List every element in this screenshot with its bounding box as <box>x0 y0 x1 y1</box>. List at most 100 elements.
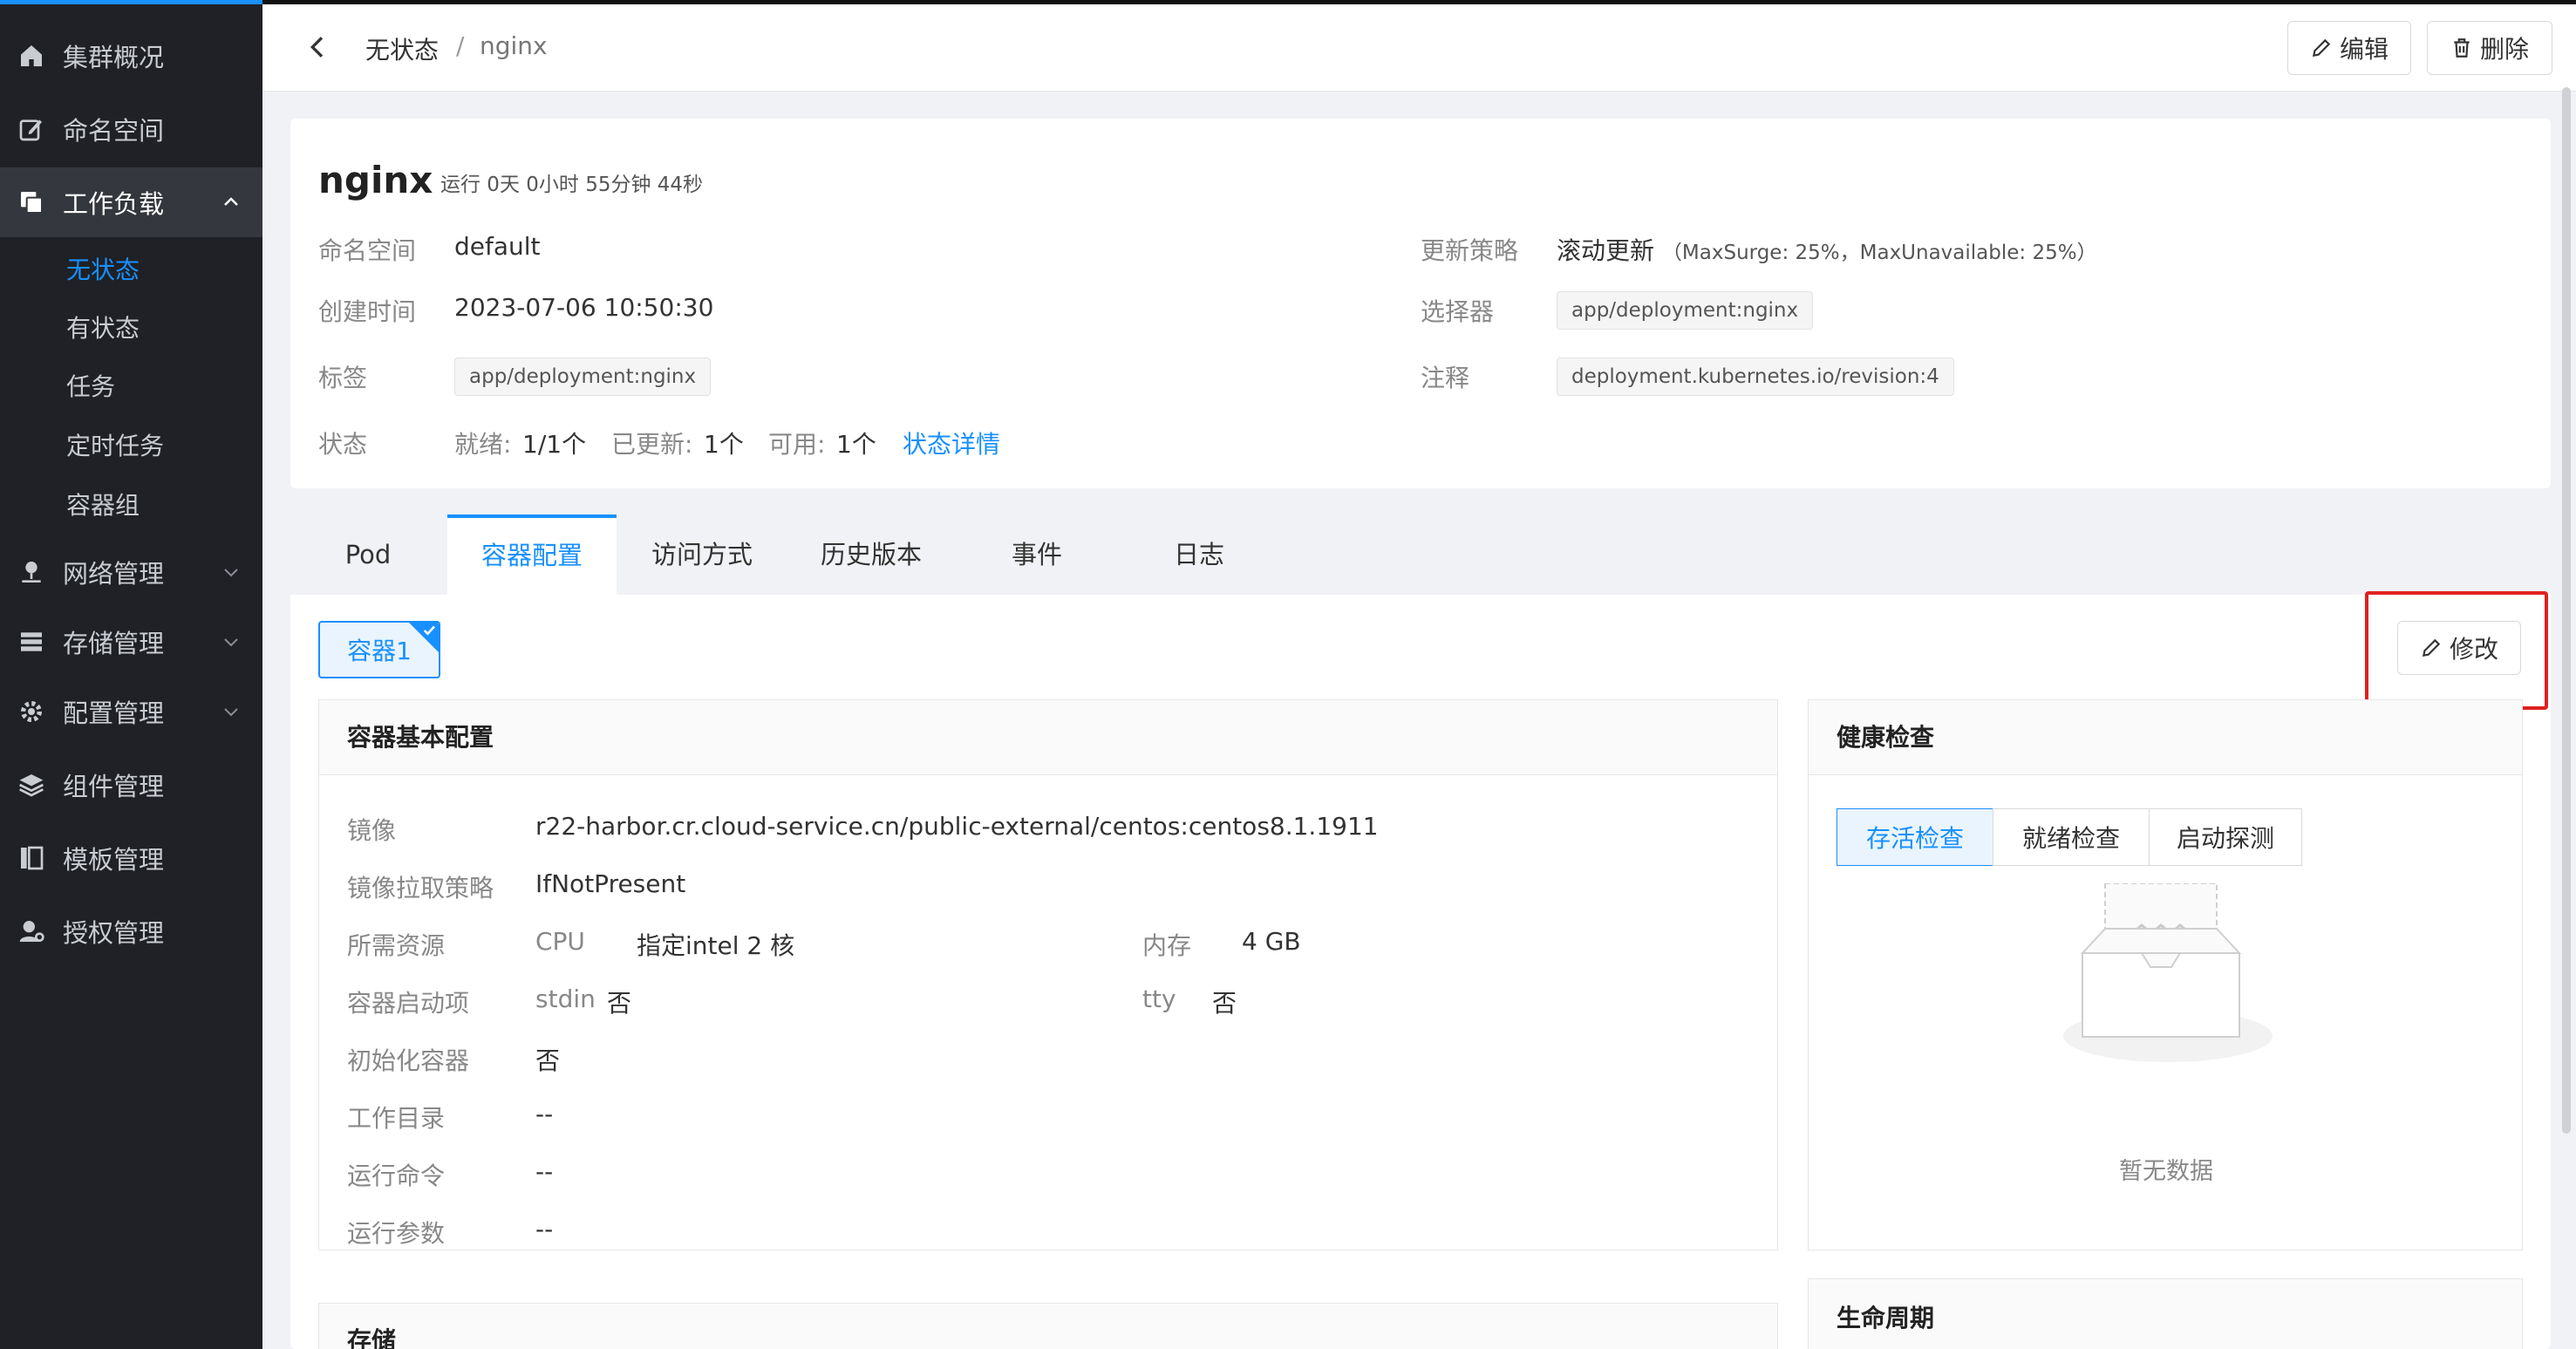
breadcrumb-separator: / <box>456 31 465 60</box>
container-tag[interactable]: 容器1 <box>318 621 440 678</box>
delete-button[interactable]: 删除 <box>2427 21 2552 75</box>
image-label: 镜像 <box>347 816 397 845</box>
sidebar-item-cluster-overview[interactable]: 集群概况 <box>0 21 262 91</box>
memory-label: 内存 <box>1142 931 1192 960</box>
label-tag: app/deployment:nginx <box>454 358 712 396</box>
cpu-label: CPU <box>535 927 585 956</box>
modify-button-label: 修改 <box>2449 635 2498 664</box>
tab-events[interactable]: 事件 <box>957 514 1117 595</box>
strategy-name: 滚动更新 <box>1557 236 1655 265</box>
sidebar-sub-job[interactable]: 任务 <box>66 361 115 413</box>
sidebar-sub-stateless[interactable]: 无状态 <box>66 244 140 296</box>
lifecycle-card: 生命周期 <box>1808 1278 2523 1349</box>
tab-logs[interactable]: 日志 <box>1119 514 1279 595</box>
strategy-label: 更新策略 <box>1421 236 1519 265</box>
check-icon <box>423 625 435 636</box>
sidebar-item-label: 配置管理 <box>63 698 165 728</box>
updated-label: 已更新: <box>611 430 693 459</box>
breadcrumb-current: nginx <box>480 31 548 60</box>
available-label: 可用: <box>768 430 826 459</box>
header-top-bar <box>262 0 2576 4</box>
sidebar-sub-pod[interactable]: 容器组 <box>66 480 140 532</box>
stdin-label: stdin <box>535 984 596 1013</box>
updated-value: 1个 <box>704 430 744 459</box>
chevron-up-icon <box>224 197 238 206</box>
annotation-label: 注释 <box>1421 364 1470 392</box>
status-detail-link[interactable]: 状态详情 <box>903 426 1000 460</box>
health-check-card: 健康检查 存活检查 就绪检查 启动探测 暂无数据 <box>1808 699 2523 1250</box>
workdir-value: -- <box>535 1100 554 1128</box>
run-command-label: 运行命令 <box>347 1162 446 1190</box>
init-container-label: 初始化容器 <box>347 1046 470 1075</box>
deployment-info-card: nginx 运行 0天 0小时 55分钟 44秒 命名空间 default 创建… <box>290 119 2551 488</box>
sidebar-item-label: 模板管理 <box>63 845 165 875</box>
stdin-value: 否 <box>607 989 632 1018</box>
page-header: 无状态 / nginx 编辑 删除 <box>262 0 2576 92</box>
tab-history[interactable]: 历史版本 <box>787 514 955 595</box>
pencil-icon <box>2422 638 2441 657</box>
namespace-value: default <box>454 232 541 261</box>
storage-title: 存储 <box>319 1304 1777 1349</box>
gear-icon <box>16 696 47 727</box>
back-arrow-icon[interactable] <box>304 33 332 61</box>
tab-liveness-probe[interactable]: 存活检查 <box>1837 808 1993 866</box>
created-value: 2023-07-06 10:50:30 <box>454 293 714 322</box>
sidebar-item-label: 命名空间 <box>63 116 165 146</box>
chevron-down-icon <box>224 638 238 647</box>
sidebar-item-network[interactable]: 网络管理 <box>0 537 262 607</box>
ready-label: 就绪: <box>454 430 512 459</box>
sidebar-item-templates[interactable]: 模板管理 <box>0 823 262 893</box>
empty-state-text: 暂无数据 <box>2119 1158 2213 1185</box>
sidebar-item-namespace[interactable]: 命名空间 <box>0 94 262 164</box>
image-value: r22-harbor.cr.cloud-service.cn/public-ex… <box>535 812 1379 841</box>
edit-button-label: 编辑 <box>2339 35 2389 64</box>
tab-container-config[interactable]: 容器配置 <box>447 514 617 595</box>
database-icon <box>16 626 47 657</box>
lifecycle-title: 生命周期 <box>1809 1279 2522 1349</box>
health-check-title: 健康检查 <box>1809 700 2522 775</box>
labels-label: 标签 <box>318 364 368 392</box>
sidebar-item-label: 网络管理 <box>63 559 165 589</box>
tab-readiness-probe[interactable]: 就绪检查 <box>1993 808 2150 866</box>
created-label: 创建时间 <box>318 297 417 326</box>
chevron-down-icon <box>224 569 238 577</box>
tab-startup-probe[interactable]: 启动探测 <box>2149 808 2302 866</box>
memory-value: 4 GB <box>1242 927 1301 956</box>
trash-icon <box>2454 38 2470 58</box>
page-scrollbar[interactable] <box>2562 87 2571 1134</box>
selector-tag: app/deployment:nginx <box>1557 291 1814 330</box>
sidebar-top-accent <box>0 0 262 4</box>
namespace-label: 命名空间 <box>318 236 417 265</box>
status-label: 状态 <box>318 430 368 459</box>
run-command-value: -- <box>535 1157 554 1186</box>
layers-icon <box>16 769 47 801</box>
tab-pod[interactable]: Pod <box>290 514 446 595</box>
selector-label: 选择器 <box>1421 297 1495 326</box>
workdir-label: 工作目录 <box>347 1104 446 1133</box>
container-basic-config-card: 容器基本配置 镜像 r22-harbor.cr.cloud-service.cn… <box>318 699 1778 1250</box>
edit-button[interactable]: 编辑 <box>2287 21 2411 75</box>
breadcrumb-parent[interactable]: 无状态 <box>365 31 439 66</box>
network-icon <box>16 556 47 588</box>
startup-options-label: 容器启动项 <box>347 989 470 1018</box>
delete-button-label: 删除 <box>2479 35 2529 64</box>
empty-box-icon <box>2063 883 2273 1062</box>
tab-access[interactable]: 访问方式 <box>618 514 786 595</box>
sidebar-item-authorization[interactable]: 授权管理 <box>0 896 262 966</box>
deployment-name: nginx <box>318 159 433 201</box>
sidebar-item-workload[interactable]: 工作负载 <box>0 167 262 237</box>
run-args-value: -- <box>535 1215 554 1243</box>
sidebar-sub-stateful[interactable]: 有状态 <box>66 303 140 355</box>
modify-button[interactable]: 修改 <box>2397 621 2521 675</box>
container-tag-label: 容器1 <box>347 637 412 665</box>
ready-value: 1/1个 <box>522 430 587 459</box>
runtime-text: 运行 0天 0小时 55分钟 44秒 <box>440 174 704 196</box>
sidebar-item-storage[interactable]: 存储管理 <box>0 607 262 677</box>
chevron-down-icon <box>224 708 238 717</box>
sidebar-item-config[interactable]: 配置管理 <box>0 677 262 746</box>
sidebar-item-components[interactable]: 组件管理 <box>0 750 262 820</box>
tty-label: tty <box>1142 984 1176 1013</box>
strategy-note: （MaxSurge: 25%，MaxUnavailable: 25%） <box>1661 242 2097 264</box>
basic-config-title: 容器基本配置 <box>319 700 1777 775</box>
sidebar-sub-cronjob[interactable]: 定时任务 <box>66 420 164 473</box>
